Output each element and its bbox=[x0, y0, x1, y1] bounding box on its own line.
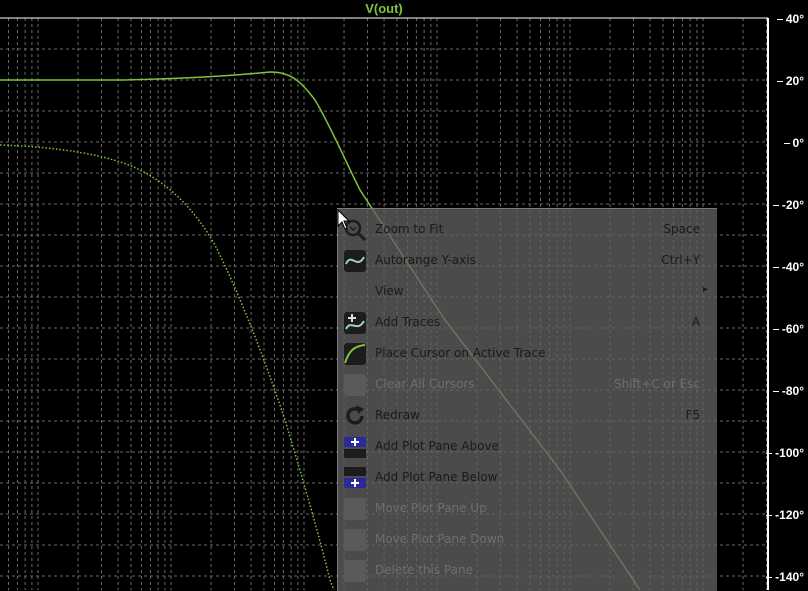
menu-item-shortcut: Shift+C or Esc bbox=[613, 377, 700, 391]
menu-item-shortcut: A bbox=[691, 315, 700, 329]
menu-item-add-plot-pane-below[interactable]: Add Plot Pane Below bbox=[338, 462, 717, 493]
autorange-y-icon bbox=[343, 249, 367, 273]
menu-item-label: Delete this Pane bbox=[375, 563, 473, 577]
delete-pane-icon bbox=[343, 559, 367, 583]
menu-item-label: Zoom to Fit bbox=[375, 222, 444, 236]
menu-item-zoom-to-fit[interactable]: Zoom to Fit Space bbox=[338, 214, 717, 245]
y-tick-label: -100° bbox=[766, 446, 804, 460]
menu-item-label: Redraw bbox=[375, 408, 420, 422]
move-pane-up-icon bbox=[343, 497, 367, 521]
menu-item-label: Autorange Y-axis bbox=[375, 253, 476, 267]
context-menu: Zoom to Fit Space Autorange Y-axis Ctrl+Y Vi… bbox=[337, 208, 717, 591]
submenu-arrow-icon: ▸ bbox=[702, 284, 708, 295]
menu-item-delete-this-pane: Delete this Pane bbox=[338, 555, 717, 586]
y-tick-label: -140° bbox=[766, 570, 804, 584]
menu-item-autorange-y-axis[interactable]: Autorange Y-axis Ctrl+Y bbox=[338, 245, 717, 276]
redraw-icon bbox=[343, 404, 367, 428]
y-tick-label: -60° bbox=[772, 322, 804, 336]
menu-item-add-traces[interactable]: Add Traces A bbox=[338, 307, 717, 338]
menu-item-label: Add Plot Pane Below bbox=[375, 470, 498, 484]
y-tick-label: -40° bbox=[772, 260, 804, 274]
menu-item-move-plot-pane-down: Move Plot Pane Down bbox=[338, 524, 717, 555]
menu-item-shortcut: Ctrl+Y bbox=[661, 253, 700, 267]
y-tick-label: 0° bbox=[783, 136, 804, 150]
place-cursor-icon bbox=[343, 342, 367, 366]
y-tick-label: 20° bbox=[776, 74, 804, 88]
phase-trace bbox=[0, 144, 335, 590]
menu-item-clear-all-cursors: Clear All Cursors Shift+C or Esc bbox=[338, 369, 717, 400]
menu-item-label: Place Cursor on Active Trace bbox=[375, 346, 546, 360]
menu-item-view[interactable]: View ▸ bbox=[338, 276, 717, 307]
y-tick-label: -120° bbox=[766, 508, 804, 522]
menu-item-add-plot-pane-above[interactable]: Add Plot Pane Above bbox=[338, 431, 717, 462]
menu-item-place-cursor-on-active-trace[interactable]: Place Cursor on Active Trace bbox=[338, 338, 717, 369]
add-traces-icon bbox=[343, 311, 367, 335]
y-tick-label: 40° bbox=[776, 12, 804, 26]
menu-item-move-plot-pane-up: Move Plot Pane Up bbox=[338, 493, 717, 524]
y-tick-label: -20° bbox=[772, 198, 804, 212]
menu-item-label: Add Traces bbox=[375, 315, 441, 329]
trace-title[interactable]: V(out) bbox=[0, 1, 768, 16]
menu-item-shortcut: Space bbox=[663, 222, 700, 236]
menu-item-redraw[interactable]: Redraw F5 bbox=[338, 400, 717, 431]
mouse-cursor-icon bbox=[337, 209, 351, 230]
menu-item-label: Move Plot Pane Down bbox=[375, 532, 505, 546]
add-pane-above-icon bbox=[343, 435, 367, 459]
menu-item-label: Clear All Cursors bbox=[375, 377, 475, 391]
menu-item-label: Move Plot Pane Up bbox=[375, 501, 487, 515]
clear-cursors-icon bbox=[343, 373, 367, 397]
menu-item-label: View bbox=[375, 284, 404, 298]
y-tick-label: -80° bbox=[772, 384, 804, 398]
menu-item-shortcut: F5 bbox=[685, 408, 700, 422]
add-pane-below-icon bbox=[343, 466, 367, 490]
move-pane-down-icon bbox=[343, 528, 367, 552]
menu-item-label: Add Plot Pane Above bbox=[375, 439, 499, 453]
